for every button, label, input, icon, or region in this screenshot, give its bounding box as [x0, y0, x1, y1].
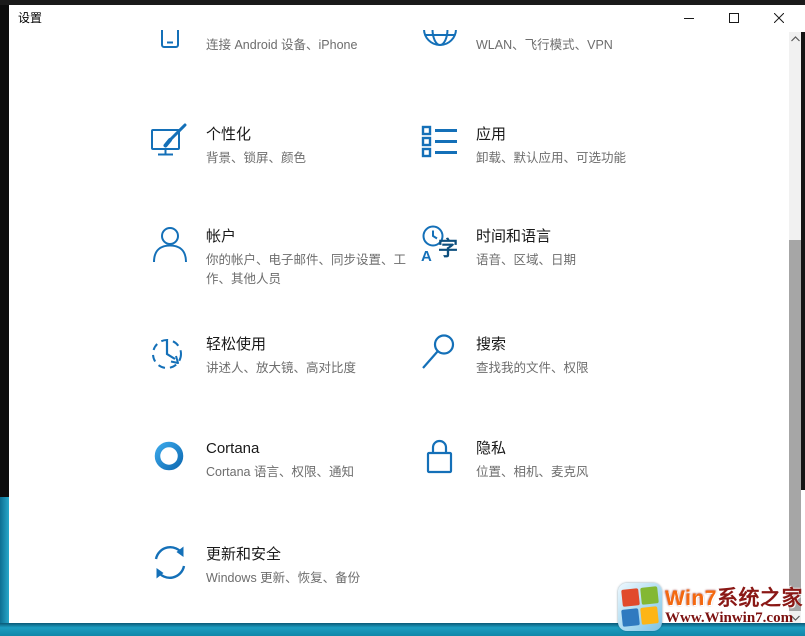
tile-subtitle: Cortana 语言、权限、通知 — [206, 463, 421, 482]
tile-title: 时间和语言 — [476, 227, 692, 247]
settings-tile-cortana[interactable]: Cortana Cortana 语言、权限、通知 — [150, 437, 422, 533]
cortana-ring-icon — [150, 437, 190, 477]
settings-tile-privacy[interactable]: 隐私 位置、相机、麦克风 — [420, 437, 692, 533]
tile-subtitle: 连接 Android 设备、iPhone — [206, 36, 421, 55]
tile-title: Cortana — [206, 439, 422, 459]
lock-icon — [420, 437, 460, 477]
settings-tile-search[interactable]: 搜索 查找我的文件、权限 — [420, 333, 692, 429]
user-icon — [150, 225, 190, 265]
tile-subtitle: 讲述人、放大镜、高对比度 — [206, 359, 421, 378]
settings-tile-apps[interactable]: 应用 卸载、默认应用、可选功能 — [420, 123, 692, 219]
tile-title: 隐私 — [476, 439, 692, 459]
tile-text: 隐私 位置、相机、麦克风 — [476, 437, 692, 482]
desktop-edge-top — [0, 0, 805, 5]
maximize-button[interactable] — [711, 5, 756, 30]
tile-subtitle: 语音、区域、日期 — [476, 251, 691, 270]
tile-title: 帐户 — [206, 227, 422, 247]
windows-flag-logo-icon — [618, 583, 662, 631]
settings-tile-accounts[interactable]: 帐户 你的帐户、电子邮件、同步设置、工作、其他人员 — [150, 225, 422, 321]
watermark-brand-prefix: Win7 — [665, 587, 717, 610]
refresh-arrows-icon — [150, 543, 190, 583]
watermark-brand: Win7系统之家 — [665, 588, 803, 610]
personalization-icon — [150, 123, 190, 163]
minimize-button[interactable] — [666, 5, 711, 30]
watermark-brand-suffix: 系统之家 — [717, 587, 803, 610]
tile-subtitle: 位置、相机、麦克风 — [476, 463, 691, 482]
desktop-edge-left — [0, 5, 9, 497]
tile-title: 轻松使用 — [206, 335, 422, 355]
watermark-text: Win7系统之家 Www.Winwin7.com — [665, 588, 803, 627]
screenshot-canvas: 手机 连接 Android 设备、iPhone 网络和 Internet WLA… — [0, 0, 805, 636]
watermark: Win7系统之家 Www.Winwin7.com — [618, 581, 805, 633]
window-title: 设置 — [18, 5, 42, 30]
tile-subtitle: Windows 更新、恢复、备份 — [206, 569, 421, 588]
tile-title: 搜索 — [476, 335, 692, 355]
desktop-edge-right — [801, 32, 805, 490]
watermark-url: Www.Winwin7.com — [665, 611, 803, 627]
scroll-up-button[interactable] — [789, 32, 801, 46]
tile-text: 时间和语言 语音、区域、日期 — [476, 225, 692, 270]
teal-frame-left — [0, 497, 9, 636]
flag-pane-yellow — [640, 606, 659, 625]
flag-pane-red — [621, 588, 640, 607]
apps-list-icon — [420, 123, 460, 163]
clock-language-icon: A 字 — [420, 225, 460, 265]
close-button[interactable] — [756, 5, 801, 30]
tile-subtitle: 你的帐户、电子邮件、同步设置、工作、其他人员 — [206, 251, 421, 289]
tile-subtitle: 卸载、默认应用、可选功能 — [476, 149, 691, 168]
tile-title: 更新和安全 — [206, 545, 422, 565]
settings-tile-ease-of-access[interactable]: 轻松使用 讲述人、放大镜、高对比度 — [150, 333, 422, 429]
flag-pane-blue — [621, 608, 640, 627]
scrollbar-thumb[interactable] — [789, 240, 801, 612]
window-controls — [666, 5, 801, 30]
tile-text: 轻松使用 讲述人、放大镜、高对比度 — [206, 333, 422, 378]
flag-pane-green — [640, 586, 659, 605]
tile-text: 个性化 背景、锁屏、颜色 — [206, 123, 422, 168]
tile-text: Cortana Cortana 语言、权限、通知 — [206, 437, 422, 482]
settings-tile-personalization[interactable]: 个性化 背景、锁屏、颜色 — [150, 123, 422, 219]
ease-of-access-icon — [150, 333, 190, 373]
tile-subtitle: 查找我的文件、权限 — [476, 359, 691, 378]
tile-subtitle: WLAN、飞行模式、VPN — [476, 36, 691, 55]
tile-title: 应用 — [476, 125, 692, 145]
svg-text:A: A — [421, 248, 432, 265]
vertical-scrollbar[interactable] — [789, 32, 801, 625]
svg-text:字: 字 — [438, 236, 458, 260]
settings-tile-time-language[interactable]: A 字 时间和语言 语音、区域、日期 — [420, 225, 692, 321]
tile-text: 更新和安全 Windows 更新、恢复、备份 — [206, 543, 422, 588]
tile-title: 个性化 — [206, 125, 422, 145]
tile-text: 应用 卸载、默认应用、可选功能 — [476, 123, 692, 168]
titlebar: 设置 — [9, 5, 805, 30]
tile-subtitle: 背景、锁屏、颜色 — [206, 149, 421, 168]
tile-text: 搜索 查找我的文件、权限 — [476, 333, 692, 378]
tile-text: 帐户 你的帐户、电子邮件、同步设置、工作、其他人员 — [206, 225, 422, 289]
search-icon — [420, 333, 460, 373]
